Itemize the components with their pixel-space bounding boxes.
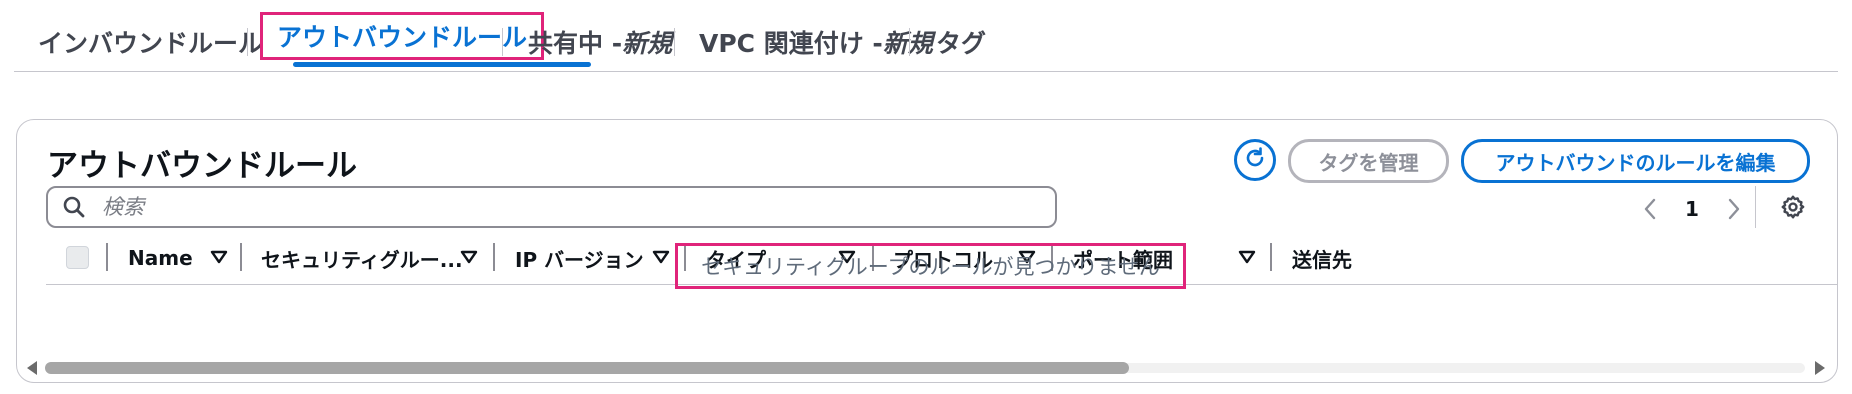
- tab-vpc-associations[interactable]: VPC 関連付け - 新規: [699, 22, 933, 62]
- tab-divider: [674, 28, 675, 56]
- sort-icon[interactable]: [652, 250, 670, 264]
- new-badge: 新規: [622, 29, 673, 58]
- scroll-left-icon[interactable]: [27, 361, 37, 375]
- column-header-ip-version[interactable]: IP バージョン: [515, 244, 644, 272]
- column-divider: [106, 243, 108, 271]
- column-divider: [240, 243, 242, 271]
- active-tab-indicator: [293, 62, 591, 67]
- sort-icon[interactable]: [460, 250, 478, 264]
- column-header-security-group[interactable]: セキュリティグルー...: [261, 244, 463, 272]
- search-icon: [62, 193, 90, 221]
- column-divider: [1270, 243, 1272, 271]
- tab-tags[interactable]: タグ: [936, 22, 986, 62]
- outbound-rules-panel: アウトバウンドルール タグを管理 アウトバウンドのルールを編集 1: [16, 119, 1838, 383]
- tab-sharing[interactable]: 共有中 - 新規: [528, 22, 672, 62]
- manage-tags-button[interactable]: タグを管理: [1288, 139, 1449, 183]
- preferences-button[interactable]: [1778, 192, 1808, 222]
- tab-list: インバウンドルール アウトバウンドルール 共有中 - 新規 VPC 関連付け -…: [14, 0, 1838, 72]
- tab-label: タグ: [936, 29, 987, 58]
- pagination: 1: [1635, 192, 1749, 226]
- gear-icon: [1781, 195, 1805, 219]
- tab-divider: [247, 28, 248, 56]
- tab-divider: [909, 28, 910, 56]
- tab-label: VPC 関連付け -: [699, 29, 883, 58]
- sort-icon[interactable]: [1238, 250, 1256, 264]
- next-page-button[interactable]: [1719, 194, 1749, 224]
- tab-inbound-rules[interactable]: インバウンドルール: [38, 22, 263, 62]
- search-field[interactable]: [46, 186, 1057, 228]
- new-badge: 新規: [882, 29, 933, 58]
- horizontal-scrollbar[interactable]: [25, 356, 1829, 378]
- panel-title: アウトバウンドルール: [47, 148, 357, 184]
- refresh-icon: [1243, 146, 1267, 174]
- scrollbar-thumb[interactable]: [45, 362, 1129, 374]
- empty-state-message: セキュリティグループのルールが見つかりません: [675, 243, 1186, 289]
- column-divider: [493, 243, 495, 271]
- edit-outbound-rules-button[interactable]: アウトバウンドのルールを編集: [1461, 139, 1810, 183]
- page-number[interactable]: 1: [1665, 197, 1719, 221]
- select-all-checkbox[interactable]: [66, 246, 89, 269]
- scroll-right-icon[interactable]: [1815, 361, 1825, 375]
- previous-page-button[interactable]: [1635, 194, 1665, 224]
- chevron-left-icon: [1644, 198, 1656, 220]
- sort-icon[interactable]: [210, 250, 228, 264]
- pager-divider: [1755, 186, 1756, 228]
- tab-divider: [502, 28, 503, 56]
- search-input[interactable]: [100, 194, 1004, 220]
- column-header-destination[interactable]: 送信先: [1292, 244, 1352, 272]
- tab-label: インバウンドルール: [38, 29, 264, 58]
- refresh-button[interactable]: [1234, 139, 1276, 181]
- chevron-right-icon: [1728, 198, 1740, 220]
- column-header-name[interactable]: Name: [128, 244, 193, 272]
- tab-label: 共有中 -: [528, 29, 623, 58]
